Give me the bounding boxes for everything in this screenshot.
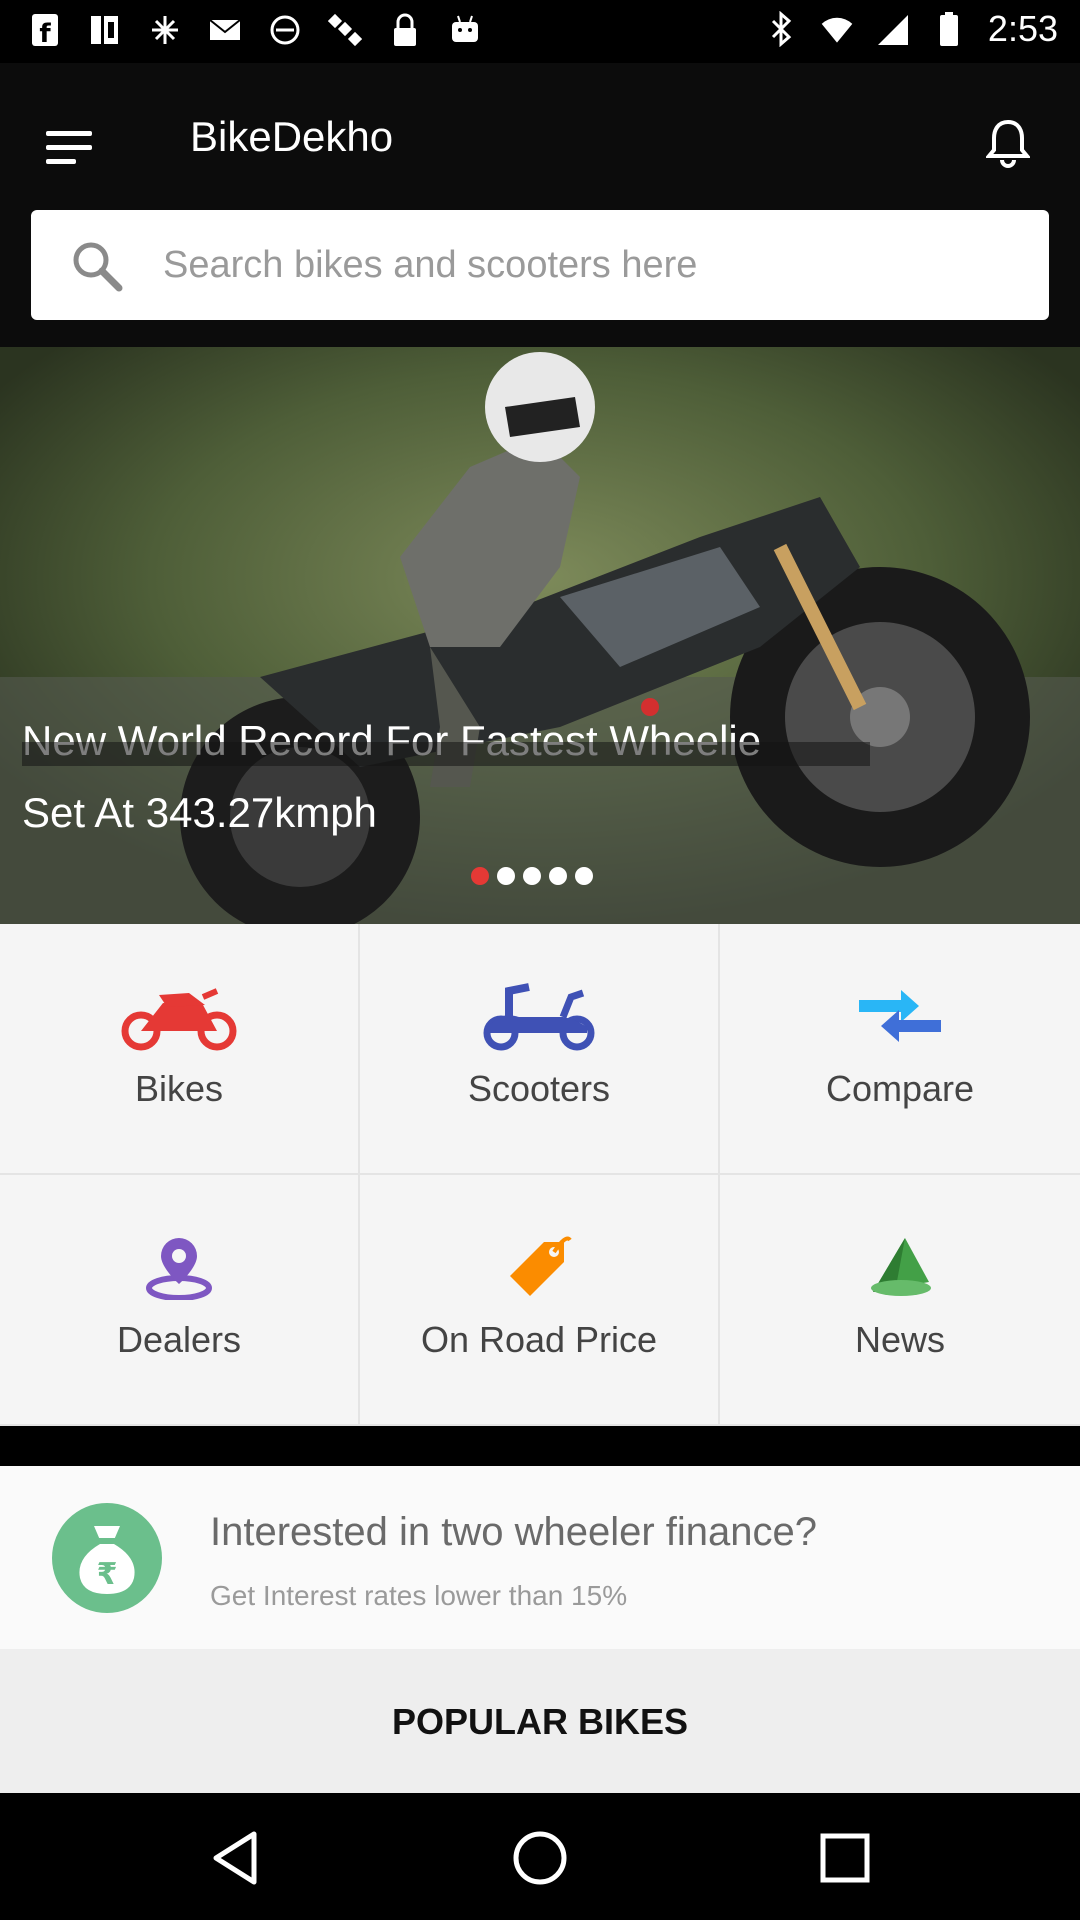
money-bag-rupee-icon: ₹: [52, 1503, 162, 1613]
category-scooters[interactable]: Scooters: [360, 924, 720, 1175]
location-pin-icon: [119, 1227, 239, 1307]
finance-card[interactable]: ₹ Interested in two wheeler finance? Get…: [0, 1466, 1080, 1649]
price-tag-icon: [479, 1227, 599, 1307]
category-label: Dealers: [116, 1319, 242, 1360]
menu-icon[interactable]: [46, 119, 102, 175]
category-label: News: [854, 1319, 946, 1360]
satellite-icon: [328, 10, 362, 50]
status-bar: f 2:53: [0, 0, 1080, 63]
signal-icon: [876, 9, 910, 49]
app-title: BikeDekho: [190, 113, 394, 160]
search-input[interactable]: Search bikes and scooters here: [31, 210, 1049, 320]
home-icon[interactable]: [505, 1823, 575, 1893]
news-banner[interactable]: New World Record For Fastest Wheelie Set…: [0, 347, 1080, 924]
blocked-icon: [268, 10, 302, 50]
carousel-dot[interactable]: [497, 867, 515, 885]
compare-arrows-icon: [840, 976, 960, 1056]
system-nav-bar: [0, 1793, 1080, 1920]
bell-icon[interactable]: [976, 111, 1040, 175]
category-label: Compare: [825, 1068, 975, 1109]
ig-icon: [88, 10, 122, 50]
section-title: POPULAR BIKES: [391, 1701, 689, 1742]
svg-text:f: f: [39, 19, 51, 48]
carousel-dot[interactable]: [523, 867, 541, 885]
wifi-icon: [820, 9, 854, 49]
category-news[interactable]: News: [720, 1175, 1080, 1426]
category-label: On Road Price: [420, 1319, 658, 1360]
battery-icon: [932, 9, 966, 49]
category-compare[interactable]: Compare: [720, 924, 1080, 1175]
megaphone-icon: [840, 1227, 960, 1307]
category-bikes[interactable]: Bikes: [0, 924, 360, 1175]
search-placeholder: Search bikes and scooters here: [163, 244, 698, 286]
bluetooth-icon: [764, 9, 798, 49]
category-label: Scooters: [467, 1068, 611, 1109]
carousel-dot[interactable]: [575, 867, 593, 885]
carousel-dot[interactable]: [549, 867, 567, 885]
rupee-symbol: ₹: [97, 1557, 118, 1592]
android-icon: [448, 10, 482, 50]
sparkle-icon: [148, 10, 182, 50]
finance-title: Interested in two wheeler finance?: [210, 1510, 818, 1554]
banner-headline-line2: Set At 343.27kmph: [22, 789, 377, 836]
carousel-dot[interactable]: [471, 867, 489, 885]
lock-icon: [388, 10, 422, 50]
back-icon[interactable]: [200, 1823, 270, 1893]
category-grid: Bikes Scooters Compare Dealers On Road P…: [0, 924, 1080, 1426]
finance-subtitle: Get Interest rates lower than 15%: [210, 1580, 628, 1611]
banner-headline-overlay: [22, 742, 870, 766]
category-on-road-price[interactable]: On Road Price: [360, 1175, 720, 1426]
facebook-icon: f: [28, 10, 62, 50]
carousel-indicator: [471, 867, 593, 885]
banner-image: [0, 347, 1080, 924]
motorbike-icon: [119, 976, 239, 1056]
mail-icon: [208, 10, 242, 50]
app-bar: BikeDekho Search bikes and scooters here: [0, 63, 1080, 347]
category-dealers[interactable]: Dealers: [0, 1175, 360, 1426]
clock: 2:53: [987, 8, 1058, 49]
scooter-icon: [479, 976, 599, 1056]
search-icon: [69, 238, 125, 294]
popular-bikes-section[interactable]: POPULAR BIKES: [0, 1649, 1080, 1793]
category-label: Bikes: [134, 1068, 224, 1109]
recents-icon[interactable]: [810, 1823, 880, 1893]
